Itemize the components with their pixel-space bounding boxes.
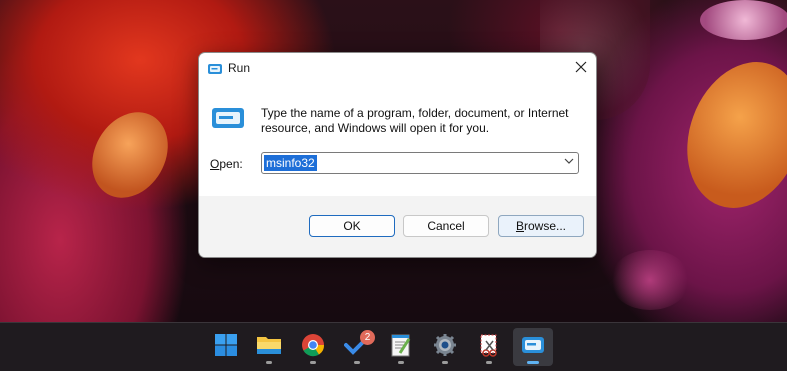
run-icon [521,336,545,359]
running-indicator [310,361,316,364]
browse-accesskey: B [515,219,524,233]
taskbar-chrome[interactable] [293,328,333,366]
chrome-icon [301,333,325,362]
gear-icon [433,333,457,362]
running-indicator [266,361,272,364]
run-dialog: Run Type the name of a program, folder, … [198,52,597,258]
wallpaper-shape [610,250,690,310]
notification-badge: 2 [360,330,375,345]
chevron-down-icon[interactable] [564,156,574,169]
taskbar-settings[interactable] [425,328,465,366]
dialog-description: Type the name of a program, folder, docu… [261,106,569,135]
taskbar-file-explorer[interactable] [249,328,289,366]
cancel-button[interactable]: Cancel [403,215,489,237]
wallpaper-shape [667,45,787,225]
taskbar: 2 [0,322,787,371]
dialog-footer: OK Cancel Browse... [199,196,596,257]
active-indicator [527,361,539,364]
running-indicator [486,361,492,364]
wallpaper-shape [700,0,787,40]
browse-label: rowse... [524,219,567,233]
dialog-title: Run [228,61,251,75]
taskbar-snipping-tool[interactable] [469,328,509,366]
running-indicator [354,361,360,364]
close-button[interactable] [566,53,596,85]
ok-button[interactable]: OK [309,215,395,237]
notepad-icon [390,333,412,362]
windows-logo-icon [214,333,238,362]
taskbar-todo[interactable]: 2 [337,328,377,366]
open-input[interactable]: msinfo32 [264,155,317,171]
browse-button[interactable]: Browse... [498,215,584,237]
title-bar[interactable]: Run [199,53,596,85]
taskbar-run[interactable] [513,328,553,366]
run-icon [207,62,223,80]
open-label: Open: [210,157,243,171]
close-icon [575,60,587,78]
taskbar-start[interactable] [206,328,246,366]
running-indicator [398,361,404,364]
running-indicator [442,361,448,364]
taskbar-notepad[interactable] [381,328,421,366]
open-label-accesskey: O [210,157,220,171]
snipping-tool-icon [478,333,500,362]
open-combobox[interactable]: msinfo32 [261,152,579,174]
open-label-text: pen: [219,157,243,171]
folder-icon [256,334,282,361]
run-large-icon [211,107,245,134]
wallpaper-shape [77,98,183,212]
